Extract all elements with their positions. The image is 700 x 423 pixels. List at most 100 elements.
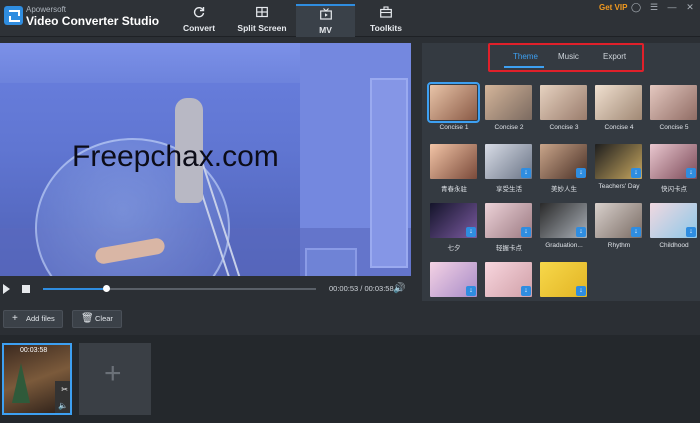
theme-thumbnail	[650, 85, 697, 120]
theme-tile[interactable]: ↓ Rhythm	[595, 203, 642, 249]
theme-label: Concise 2	[494, 124, 524, 131]
theme-tile[interactable]: ↓ 轻握卡点	[485, 203, 532, 252]
download-icon[interactable]: ↓	[576, 168, 586, 178]
refresh-icon	[193, 7, 205, 18]
theme-label: 享受生活	[496, 186, 522, 193]
theme-tile[interactable]: ↓ Graduation...	[540, 203, 587, 249]
subtab-theme[interactable]: Theme	[513, 52, 538, 61]
brand-name: Apowersoft	[26, 5, 67, 14]
download-icon[interactable]: ↓	[631, 168, 641, 178]
time-readout: 00:00:53 / 00:03:58	[329, 284, 394, 293]
theme-thumbnail	[430, 144, 477, 179]
download-icon[interactable]: ↓	[466, 227, 476, 237]
cut-icon[interactable]: ✂	[61, 385, 68, 394]
get-vip-link[interactable]: Get VIP	[599, 3, 627, 12]
theme-thumbnail: ↓	[540, 262, 587, 297]
theme-tile[interactable]: Concise 5	[650, 85, 697, 131]
tab-toolkits-label: Toolkits	[370, 23, 402, 33]
download-icon[interactable]: ↓	[576, 286, 586, 296]
download-icon[interactable]: ↓	[631, 227, 641, 237]
progress-handle[interactable]	[103, 285, 110, 292]
theme-tile[interactable]: ↓ 享受生活	[485, 144, 532, 193]
theme-thumbnail: ↓	[540, 203, 587, 238]
progress-fill	[43, 288, 106, 290]
add-files-button[interactable]: + Add files	[3, 310, 63, 328]
title-bar: Apowersoft Video Converter Studio Conver…	[0, 0, 700, 37]
preview-scene-door	[370, 78, 408, 268]
tab-toolkits[interactable]: Toolkits	[356, 4, 416, 37]
progress-slider[interactable]	[43, 285, 316, 292]
theme-label: Concise 3	[549, 124, 579, 131]
theme-tile[interactable]: ↓ 快闪卡点	[650, 144, 697, 193]
download-icon[interactable]: ↓	[521, 227, 531, 237]
download-icon[interactable]: ↓	[686, 168, 696, 178]
add-media-slot[interactable]: +	[79, 343, 151, 415]
theme-tile[interactable]: 青春永驻	[430, 144, 477, 193]
theme-tile[interactable]: ↓ Childhood	[650, 203, 697, 249]
clip-duration: 00:03:58	[20, 347, 48, 354]
theme-thumbnail: ↓	[540, 144, 587, 179]
theme-tile[interactable]: ↓	[430, 262, 477, 301]
theme-thumbnail: ↓	[485, 262, 532, 297]
minimize-icon[interactable]: —	[666, 1, 678, 13]
add-files-label: Add files	[26, 314, 55, 323]
volume-icon[interactable]: 🔊	[393, 283, 405, 294]
tab-convert[interactable]: Convert	[168, 4, 230, 37]
subtab-export[interactable]: Export	[603, 52, 626, 61]
theme-label: Concise 1	[439, 124, 469, 131]
tab-mv-label: MV	[319, 25, 332, 35]
theme-thumbnail: ↓	[650, 203, 697, 238]
theme-tile[interactable]: ↓ Teachers' Day	[595, 144, 642, 190]
theme-tile[interactable]: ↓ 美妙人生	[540, 144, 587, 193]
subtab-bar: Theme Music Export	[488, 43, 644, 72]
theme-thumbnail: ↓	[650, 144, 697, 179]
theme-label: 轻握卡点	[496, 245, 522, 252]
list-icon[interactable]: ☰	[648, 1, 660, 13]
trash-icon: 🗑	[81, 313, 94, 324]
clear-label: Clear	[95, 314, 113, 323]
theme-thumbnail: ↓	[485, 144, 532, 179]
tab-mv[interactable]: MV	[296, 4, 355, 37]
mv-panel: Theme Music Export Concise 1 Concise 2 Con…	[422, 43, 700, 301]
tab-split-screen[interactable]: Split Screen	[230, 4, 294, 37]
theme-tile[interactable]: ↓ 七夕	[430, 203, 477, 252]
watermark-text: Freepchax.com	[72, 140, 279, 173]
player-controls: 00:00:53 / 00:03:58 🔊	[0, 278, 420, 300]
theme-thumbnail	[427, 82, 480, 123]
theme-tile[interactable]: Concise 4	[595, 85, 642, 131]
media-toolbar: + Add files 🗑 Clear	[0, 305, 700, 333]
download-icon[interactable]: ↓	[686, 227, 696, 237]
theme-label: 七夕	[447, 245, 461, 252]
theme-thumbnail	[485, 85, 532, 120]
download-icon[interactable]: ↓	[466, 286, 476, 296]
plus-icon: +	[12, 313, 18, 324]
user-icon[interactable]: ◯	[630, 1, 642, 13]
volume-icon[interactable]: 🔈	[58, 401, 68, 410]
theme-tile[interactable]: ↓	[485, 262, 532, 301]
clear-button[interactable]: 🗑 Clear	[72, 310, 122, 328]
theme-label: 快闪卡点	[661, 186, 687, 193]
theme-label: Rhythm	[607, 242, 631, 249]
subtab-active-indicator	[504, 66, 544, 68]
download-icon[interactable]: ↓	[576, 227, 586, 237]
video-preview[interactable]: Freepchax.com	[0, 43, 411, 276]
theme-thumbnail: ↓	[485, 203, 532, 238]
subtab-music[interactable]: Music	[558, 52, 579, 61]
download-icon[interactable]: ↓	[521, 286, 531, 296]
add-icon: +	[104, 357, 122, 390]
theme-thumbnail	[595, 85, 642, 120]
clip-thumbnail-tree	[12, 363, 30, 403]
play-icon[interactable]	[3, 284, 10, 294]
preview-scene-shelf	[305, 248, 357, 276]
theme-tile[interactable]: Concise 2	[485, 85, 532, 131]
app-title: Video Converter Studio	[26, 14, 160, 28]
theme-tile[interactable]: Concise 3	[540, 85, 587, 131]
split-screen-icon	[256, 6, 268, 18]
stop-icon[interactable]	[22, 285, 30, 293]
theme-tile[interactable]: ↓	[540, 262, 587, 301]
close-icon[interactable]: ✕	[684, 1, 696, 13]
media-clip[interactable]: 00:03:58 ✂ 🔈	[2, 343, 72, 415]
toolbox-icon	[380, 6, 392, 18]
download-icon[interactable]: ↓	[521, 168, 531, 178]
theme-tile[interactable]: Concise 1	[427, 82, 480, 131]
